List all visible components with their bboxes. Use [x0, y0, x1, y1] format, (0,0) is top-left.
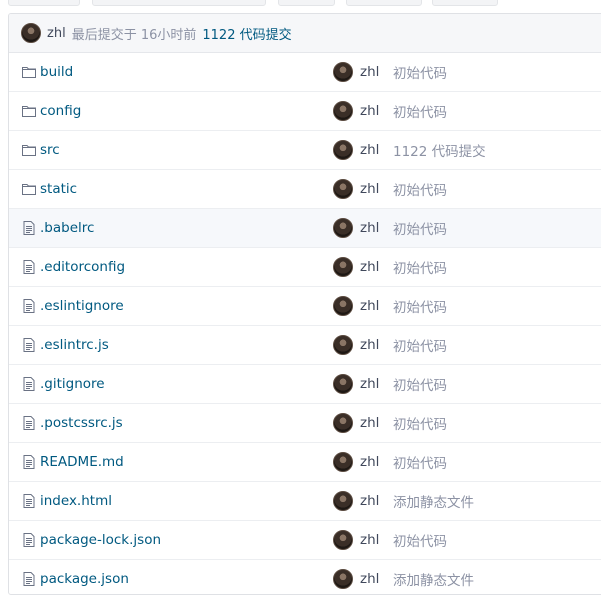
avatar[interactable] — [333, 179, 353, 199]
avatar[interactable] — [333, 413, 353, 433]
file-name-link[interactable]: index.html — [40, 493, 112, 509]
file-icon — [21, 415, 37, 431]
file-row[interactable]: static zhl 初始代码 — [9, 170, 601, 209]
file-row[interactable]: README.md zhl 初始代码 — [9, 443, 601, 482]
file-row[interactable]: .postcssrc.js zhl 初始代码 — [9, 404, 601, 443]
row-commit-message[interactable]: 初始代码 — [393, 179, 447, 199]
file-name-link[interactable]: .editorconfig — [40, 259, 125, 275]
row-commit-message[interactable]: 初始代码 — [393, 530, 447, 550]
file-icon — [21, 337, 37, 353]
file-name-link[interactable]: package-lock.json — [40, 532, 161, 548]
avatar[interactable] — [333, 452, 353, 472]
file-row[interactable]: package-lock.json zhl 初始代码 — [9, 521, 601, 560]
row-commit-message[interactable]: 初始代码 — [393, 257, 447, 277]
top-tab[interactable] — [92, 0, 266, 6]
avatar[interactable] — [333, 374, 353, 394]
row-author[interactable]: zhl — [360, 571, 379, 587]
row-author[interactable]: zhl — [360, 142, 379, 158]
top-tab[interactable] — [432, 0, 498, 6]
file-icon — [21, 259, 37, 275]
file-row[interactable]: build zhl 初始代码 — [9, 53, 601, 92]
file-row[interactable]: .gitignore zhl 初始代码 — [9, 365, 601, 404]
file-name-link[interactable]: config — [40, 103, 81, 119]
row-commit-message[interactable]: 初始代码 — [393, 413, 447, 433]
row-commit-message[interactable]: 初始代码 — [393, 62, 447, 82]
commit-meta: 最后提交于 16小时前 — [71, 27, 197, 43]
file-icon — [21, 532, 37, 548]
file-icon — [21, 298, 37, 314]
file-name-link[interactable]: .eslintignore — [40, 298, 124, 314]
avatar[interactable] — [333, 491, 353, 511]
avatar[interactable] — [333, 257, 353, 277]
top-tab[interactable] — [346, 0, 422, 6]
avatar[interactable] — [333, 218, 353, 238]
avatar[interactable] — [333, 335, 353, 355]
row-author[interactable]: zhl — [360, 532, 379, 548]
row-commit-message[interactable]: 1122 代码提交 — [393, 140, 486, 160]
folder-icon — [21, 142, 37, 158]
row-author[interactable]: zhl — [360, 298, 379, 314]
file-icon — [21, 220, 37, 236]
top-tabs — [0, 0, 601, 6]
file-row[interactable]: .eslintignore zhl 初始代码 — [9, 287, 601, 326]
avatar[interactable] — [333, 62, 353, 82]
file-name-link[interactable]: build — [40, 64, 73, 80]
file-icon — [21, 454, 37, 470]
top-tab[interactable] — [8, 0, 80, 6]
file-row[interactable]: .eslintrc.js zhl 初始代码 — [9, 326, 601, 365]
row-author[interactable]: zhl — [360, 103, 379, 119]
row-author[interactable]: zhl — [360, 220, 379, 236]
row-commit-message[interactable]: 初始代码 — [393, 452, 447, 472]
folder-icon — [21, 103, 37, 119]
row-author[interactable]: zhl — [360, 493, 379, 509]
file-browser-panel: zhl 最后提交于 16小时前 1122 代码提交 build zhl 初始代码 co… — [8, 13, 601, 595]
file-name-link[interactable]: .babelrc — [40, 220, 94, 236]
avatar[interactable] — [333, 140, 353, 160]
row-author[interactable]: zhl — [360, 64, 379, 80]
row-commit-message[interactable]: 初始代码 — [393, 374, 447, 394]
row-author[interactable]: zhl — [360, 337, 379, 353]
file-list: build zhl 初始代码 config zhl 初始代码 src zhl 1122 代码提交… — [9, 53, 601, 594]
file-row[interactable]: package.json zhl 添加静态文件 — [9, 560, 601, 594]
row-author[interactable]: zhl — [360, 259, 379, 275]
file-row[interactable]: config zhl 初始代码 — [9, 92, 601, 131]
row-author[interactable]: zhl — [360, 454, 379, 470]
row-commit-message[interactable]: 添加静态文件 — [393, 569, 474, 589]
file-row[interactable]: .babelrc zhl 初始代码 — [9, 209, 601, 248]
file-icon — [21, 376, 37, 392]
commit-author[interactable]: zhl — [47, 26, 66, 41]
file-name-link[interactable]: README.md — [40, 454, 124, 470]
file-name-link[interactable]: static — [40, 181, 77, 197]
file-icon — [21, 571, 37, 587]
file-name-link[interactable]: .eslintrc.js — [40, 337, 109, 353]
top-tab[interactable] — [278, 0, 335, 6]
file-icon — [21, 493, 37, 509]
file-name-link[interactable]: package.json — [40, 571, 129, 587]
file-row[interactable]: .editorconfig zhl 初始代码 — [9, 248, 601, 287]
latest-commit-bar: zhl 最后提交于 16小时前 1122 代码提交 — [9, 14, 601, 53]
folder-icon — [21, 181, 37, 197]
avatar[interactable] — [333, 296, 353, 316]
avatar[interactable] — [21, 23, 41, 43]
row-author[interactable]: zhl — [360, 376, 379, 392]
row-commit-message[interactable]: 初始代码 — [393, 296, 447, 316]
file-row[interactable]: src zhl 1122 代码提交 — [9, 131, 601, 170]
row-commit-message[interactable]: 添加静态文件 — [393, 491, 474, 511]
avatar[interactable] — [333, 101, 353, 121]
folder-icon — [21, 64, 37, 80]
file-name-link[interactable]: src — [40, 142, 60, 158]
avatar[interactable] — [333, 530, 353, 550]
file-name-link[interactable]: .gitignore — [40, 376, 105, 392]
commit-message-link[interactable]: 1122 代码提交 — [202, 24, 291, 43]
row-author[interactable]: zhl — [360, 415, 379, 431]
row-commit-message[interactable]: 初始代码 — [393, 218, 447, 238]
file-name-link[interactable]: .postcssrc.js — [40, 415, 123, 431]
row-commit-message[interactable]: 初始代码 — [393, 335, 447, 355]
row-author[interactable]: zhl — [360, 181, 379, 197]
row-commit-message[interactable]: 初始代码 — [393, 101, 447, 121]
file-row[interactable]: index.html zhl 添加静态文件 — [9, 482, 601, 521]
avatar[interactable] — [333, 569, 353, 589]
